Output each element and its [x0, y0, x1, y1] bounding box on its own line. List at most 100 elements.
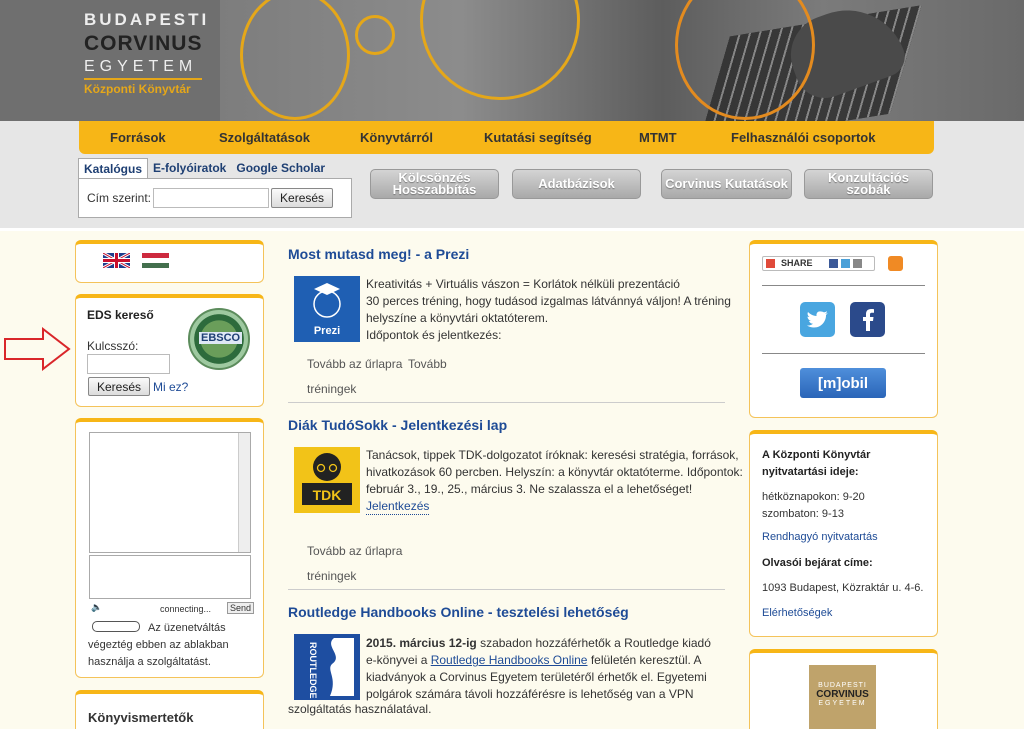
header-divider	[0, 227, 1024, 231]
eds-keyword-input[interactable]	[87, 354, 170, 374]
chat-box: 🔈 connecting... Send Az üzenetváltás vég…	[75, 418, 264, 678]
title-search-input[interactable]	[153, 188, 270, 208]
kolcsonzes-button[interactable]: Kölcsönzés Hosszabbítás	[370, 169, 499, 199]
logo-text: EGYETEM	[84, 58, 202, 80]
article-line: Kreativitás + Virtuális vászon = Korláto…	[366, 277, 680, 291]
nav-item-felhasznaloi-csoportok[interactable]: Felhasználói csoportok	[731, 130, 875, 145]
book-reviews-box: Könyvismertetők	[75, 690, 264, 729]
hours-list: hétköznapokon: 9-20 szombaton: 9-13	[762, 489, 865, 523]
main-nav: Források Szolgáltatások Könyvtárról Kuta…	[79, 121, 934, 154]
tdk-label: TDK	[313, 487, 342, 503]
article-line: hivatkozások 60 percben. Helyszín: a kön…	[366, 465, 743, 479]
article-line: 2015. március 12-ig szabadon hozzáférhet…	[366, 635, 711, 652]
facebook-small-icon	[829, 259, 838, 268]
speaker-icon[interactable]: 🔈	[91, 602, 102, 613]
article-title-tdk[interactable]: Diák TudóSokk - Jelentkezési lap	[288, 417, 507, 433]
logo-text: BUDAPESTI	[84, 10, 210, 29]
english-flag-icon[interactable]	[103, 253, 130, 268]
facebook-icon[interactable]	[850, 302, 885, 337]
catalog-search-button[interactable]: Keresés	[271, 188, 334, 208]
trainings-link[interactable]: tréningek	[307, 569, 356, 583]
header-banner: BUDAPESTI CORVINUS EGYETEM Központi Köny…	[0, 0, 1024, 121]
routledge-icon: ROUTLEDGE	[294, 634, 360, 700]
article-body: Tanácsok, tippek TDK-dolgozatot íróknak:…	[366, 447, 743, 515]
opening-hours-box: A Központi Könyvtár nyitvatartási ideje:…	[749, 430, 938, 637]
article-title-routledge[interactable]: Routledge Handbooks Online - tesztelési …	[288, 604, 629, 620]
facebook-f-icon	[862, 308, 874, 331]
decor-ring	[355, 15, 395, 55]
article-divider	[288, 589, 725, 590]
corvinus-kutatasok-button[interactable]: Corvinus Kutatások	[661, 169, 792, 199]
chat-status: connecting...	[160, 604, 212, 614]
language-box	[75, 240, 264, 283]
nav-item-mtmt[interactable]: MTMT	[639, 130, 677, 145]
nav-item-kutatasi-segitseg[interactable]: Kutatási segítség	[484, 130, 592, 145]
article-line: kiadványok a Corvinus Egyetem területérő…	[366, 670, 707, 684]
graduation-cap-icon	[313, 283, 341, 318]
form-link[interactable]: Tovább az űrlapra	[307, 357, 402, 371]
apply-link[interactable]: Jelentkezés	[366, 499, 430, 515]
more-link[interactable]: Tovább	[408, 357, 447, 371]
chat-log[interactable]	[89, 432, 251, 553]
title-search-label: Cím szerint:	[87, 191, 152, 205]
keyword-label: Kulcsszó:	[87, 339, 139, 353]
contact-link[interactable]: Elérhetőségek	[762, 607, 832, 619]
form-link[interactable]: Tovább az űrlapra	[307, 544, 402, 558]
article-line: Időpontok és jelentkezés:	[366, 328, 502, 342]
logo-text: CORVINUS	[84, 32, 203, 55]
chat-send-button[interactable]: Send	[227, 602, 255, 614]
ebsco-logo-icon: EBSCO	[188, 308, 250, 370]
article-title-prezi[interactable]: Most mutasd meg! - a Prezi	[288, 246, 469, 262]
hungarian-flag-icon[interactable]	[142, 253, 169, 268]
routledge-label: ROUTLEDGE	[308, 642, 318, 699]
highlight-date: 2015. március 12-ig	[366, 636, 477, 650]
twitter-icon[interactable]	[800, 302, 835, 337]
email-small-icon	[853, 259, 862, 268]
corvinus-logo[interactable]: BUDAPESTI CORVINUS EGYETEM	[809, 665, 876, 729]
chat-notice: Az üzenetváltás	[148, 622, 226, 634]
share-box: SHARE [m]obil	[749, 240, 938, 418]
nav-item-forrasok[interactable]: Források	[110, 130, 166, 145]
routledge-link[interactable]: Routledge Handbooks Online	[431, 653, 588, 667]
button-label: szobák	[846, 182, 891, 197]
catalog-search: Katalógus E-folyóiratok Google Scholar C…	[78, 158, 352, 218]
mobile-site-button[interactable]: [m]obil	[800, 368, 886, 398]
share-label: SHARE	[781, 258, 813, 268]
rss-icon[interactable]	[888, 256, 903, 271]
konzultacios-szobak-button[interactable]: Konzultációs szobák	[804, 169, 933, 199]
weekday-hours: hétköznapokon: 9-20	[762, 491, 865, 503]
trainings-link[interactable]: tréningek	[307, 382, 356, 396]
eds-title: EDS kereső	[87, 308, 154, 322]
university-logo[interactable]: BUDAPESTI CORVINUS EGYETEM Központi Köny…	[84, 10, 210, 96]
tab-katalogus[interactable]: Katalógus	[78, 158, 149, 178]
nav-item-szolgaltatasok[interactable]: Szolgáltatások	[219, 130, 310, 145]
chat-scrollbar[interactable]	[238, 433, 250, 552]
ebsco-logo-text: EBSCO	[199, 332, 243, 344]
article-line: 30 perces tréning, hogy tudásod izgalmas…	[366, 294, 731, 308]
search-tabs: Katalógus E-folyóiratok Google Scholar	[78, 158, 352, 178]
twitter-small-icon	[841, 259, 850, 268]
chatango-logo-icon	[92, 621, 140, 632]
irregular-hours-link[interactable]: Rendhagyó nyitvatartás	[762, 531, 878, 543]
tab-google-scholar[interactable]: Google Scholar	[231, 158, 330, 178]
share-divider	[762, 285, 925, 286]
nav-item-konyvtarrol[interactable]: Könyvtárról	[360, 130, 433, 145]
search-panel: Cím szerint: Keresés	[78, 178, 352, 218]
student-avatar-icon: TDK	[302, 453, 352, 505]
chat-input[interactable]	[89, 555, 251, 599]
share-button[interactable]: SHARE	[762, 256, 875, 271]
article-line: Tanácsok, tippek TDK-dolgozatot íróknak:…	[366, 448, 739, 462]
saturday-hours: szombaton: 9-13	[762, 508, 844, 520]
eds-search-button[interactable]: Keresés	[88, 377, 151, 396]
routledge-logo-icon: ROUTLEDGE	[308, 638, 354, 699]
hours-title: A Központi Könyvtár nyitvatartási ideje:	[762, 447, 870, 481]
article-text: e-könyvei a	[366, 653, 431, 667]
share-plus-icon	[766, 259, 775, 268]
tab-e-folyoiratok[interactable]: E-folyóiratok	[148, 158, 231, 178]
logo-text: CORVINUS	[816, 689, 869, 700]
logo-text: BUDAPESTI	[818, 682, 867, 689]
adatbazisok-button[interactable]: Adatbázisok	[512, 169, 641, 199]
eds-help-link[interactable]: Mi ez?	[153, 380, 188, 394]
hours-title-line: nyitvatartási ideje:	[762, 466, 859, 478]
article-body: 2015. március 12-ig szabadon hozzáférhet…	[366, 635, 711, 703]
